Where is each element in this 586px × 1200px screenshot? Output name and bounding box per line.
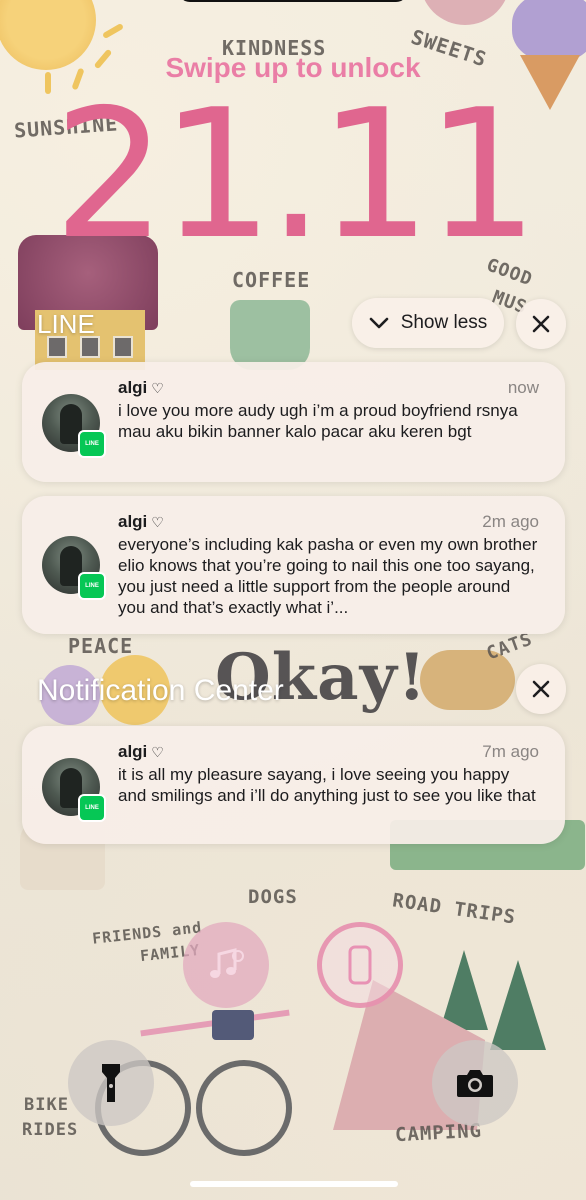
- heart-icon: ♡: [151, 744, 164, 760]
- bike-basket: [212, 1010, 254, 1040]
- line-app-icon: LINE: [78, 794, 106, 822]
- notification-sender: algi: [118, 742, 148, 761]
- line-app-icon: LINE: [78, 430, 106, 458]
- home-indicator[interactable]: [190, 1181, 398, 1187]
- chevron-down-icon: [369, 317, 389, 329]
- notification-time: now: [507, 378, 539, 397]
- notification-message: it is all my pleasure sayang, i love see…: [118, 765, 536, 805]
- screen-time-widget[interactable]: [317, 922, 403, 1008]
- notification-card[interactable]: LINE algi ♡ 2m ago everyone’s including k…: [22, 496, 565, 634]
- dynamic-island: [178, 0, 408, 2]
- notification-time: 7m ago: [482, 742, 539, 761]
- camera-button[interactable]: [432, 1040, 518, 1126]
- music-recognition-widget[interactable]: [183, 922, 269, 1008]
- avatar: LINE: [42, 536, 106, 600]
- avatar: LINE: [42, 758, 106, 822]
- notification-card[interactable]: LINE algi ♡ 7m ago it is all my pleasure …: [22, 726, 565, 844]
- mug-embroidery: [230, 300, 310, 370]
- notification-message: everyone’s including kak pasha or even m…: [118, 535, 538, 617]
- flashlight-icon: [99, 1062, 123, 1104]
- notification-message: i love you more audy ugh i’m a proud boy…: [118, 401, 518, 441]
- phone-icon: [347, 945, 373, 985]
- notification-sender: algi: [118, 512, 148, 531]
- clear-group-button[interactable]: [516, 299, 566, 349]
- show-less-button[interactable]: Show less: [352, 298, 504, 348]
- show-less-label: Show less: [400, 312, 488, 333]
- notification-group-title: LINE: [37, 309, 95, 339]
- lock-clock: 21.11: [53, 71, 539, 278]
- line-app-icon: LINE: [78, 572, 106, 600]
- wallpaper-label: PEACE: [68, 634, 134, 658]
- music-search-icon: [205, 944, 247, 986]
- notification-sender: algi: [118, 378, 148, 397]
- heart-icon: ♡: [151, 514, 164, 530]
- wallpaper-label: BIKE: [24, 1095, 69, 1115]
- notification-card[interactable]: LINE algi ♡ now i love you more audy ugh …: [22, 362, 565, 482]
- camera-icon: [455, 1067, 495, 1099]
- wallpaper-label: ROAD TRIPS: [391, 889, 518, 929]
- close-icon: [532, 315, 550, 333]
- notification-time: 2m ago: [482, 512, 539, 531]
- donut-embroidery: [420, 0, 510, 25]
- sun-ray: [101, 22, 125, 40]
- tree-embroidery: [440, 950, 488, 1030]
- notification-center-title: Notification Center: [37, 674, 284, 707]
- flashlight-button[interactable]: [68, 1040, 154, 1126]
- bike-wheel: [196, 1060, 292, 1156]
- clear-notification-center-button[interactable]: [516, 664, 566, 714]
- close-icon: [532, 680, 550, 698]
- tree-embroidery: [490, 960, 546, 1050]
- wallpaper-label: RIDES: [22, 1120, 79, 1140]
- heart-icon: ♡: [151, 380, 164, 396]
- avatar: LINE: [42, 394, 106, 458]
- house-window: [113, 336, 133, 358]
- wallpaper-label: DOGS: [248, 886, 298, 908]
